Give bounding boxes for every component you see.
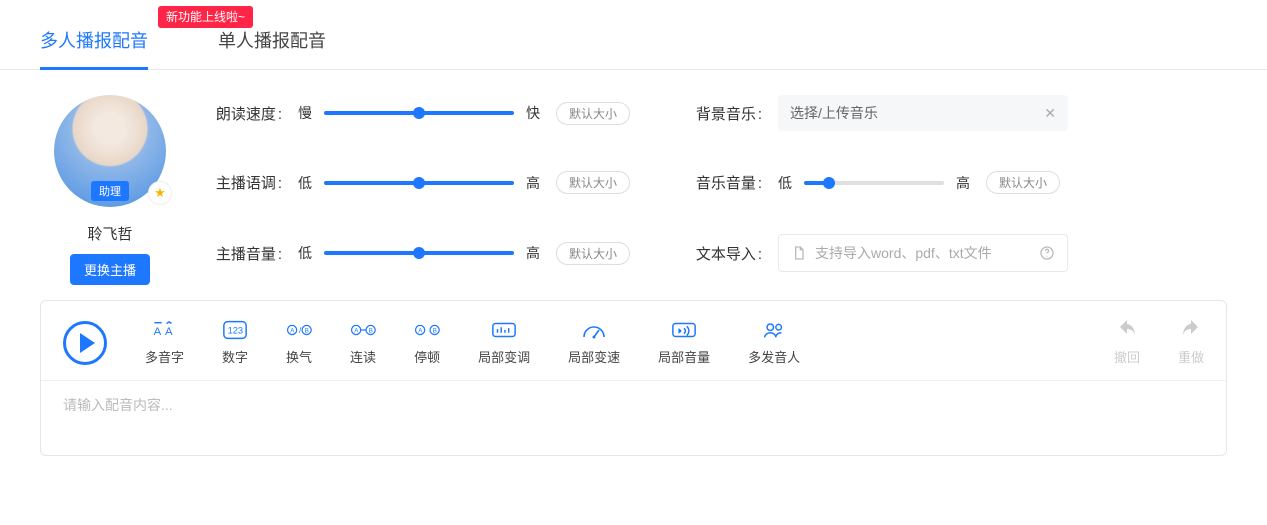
import-hint: 支持导入word、pdf、txt文件 [815,243,992,263]
import-label: 文本导入 [690,243,762,264]
reading-speed-slider[interactable] [324,111,514,115]
local-volume-icon [671,319,697,341]
tool-polyphone[interactable]: A A 多音字 [145,319,184,366]
tool-liaison[interactable]: A B 连读 [350,319,376,366]
document-icon [791,245,807,261]
tool-local-pitch[interactable]: 局部变调 [478,319,530,366]
bgm-clear-icon[interactable]: ✕ [1044,105,1056,122]
bgvol-default-button[interactable]: 默认大小 [986,171,1060,194]
svg-text:B: B [433,327,437,334]
svg-text:A: A [153,326,161,338]
bgvol-label: 音乐音量 [690,172,762,193]
voice-profile: 助理 ★ 聆飞哲 更换主播 [40,95,180,300]
reading-speed-label: 朗读速度 [210,103,282,124]
volume-label: 主播音量 [210,243,282,264]
speed-max-label: 快 [526,103,540,123]
tone-max-label: 高 [526,173,540,193]
tab-single-voice[interactable]: 单人播报配音 [218,27,326,69]
svg-text:A: A [165,326,173,338]
speed-min-label: 慢 [298,103,312,123]
tool-breath[interactable]: A / B 换气 [286,319,312,366]
tool-redo-label: 重做 [1178,347,1204,366]
tool-local-speed[interactable]: 局部变速 [568,319,620,366]
liaison-icon: A B [350,319,376,341]
local-pitch-icon [491,319,517,341]
bgm-label: 背景音乐 [690,103,762,124]
number-icon: 123 [222,319,248,341]
tool-local-speed-label: 局部变速 [568,347,620,366]
tool-multivoice[interactable]: 多发音人 [748,319,800,366]
breath-icon: A / B [286,319,312,341]
tool-pause[interactable]: A B 停顿 [414,319,440,366]
tool-redo[interactable]: 重做 [1178,319,1204,366]
tool-local-pitch-label: 局部变调 [478,347,530,366]
tool-local-volume-label: 局部音量 [658,347,710,366]
tool-local-volume[interactable]: 局部音量 [658,319,710,366]
undo-icon [1114,319,1140,341]
svg-text:123: 123 [228,326,243,336]
tool-multivoice-label: 多发音人 [748,347,800,366]
local-speed-icon [581,319,607,341]
change-voice-button[interactable]: 更换主播 [70,254,150,285]
tone-min-label: 低 [298,173,312,193]
tool-pause-label: 停顿 [414,347,440,366]
volume-slider[interactable] [324,251,514,255]
tone-label: 主播语调 [210,172,282,193]
bgvol-slider[interactable] [804,181,944,185]
bgvol-max-label: 高 [956,173,970,193]
editor-toolbar: A A 多音字 123 数字 A / B [41,301,1226,380]
svg-text:B: B [305,327,309,334]
avatar-role-tag: 助理 [91,181,129,201]
speed-default-button[interactable]: 默认大小 [556,102,630,125]
volume-min-label: 低 [298,243,312,263]
redo-icon [1178,319,1204,341]
volume-default-button[interactable]: 默认大小 [556,242,630,265]
editor-textarea[interactable]: 请输入配音内容... [41,380,1226,455]
play-button[interactable] [63,321,107,365]
new-feature-badge: 新功能上线啦~ [158,6,253,28]
tool-number[interactable]: 123 数字 [222,319,248,366]
play-icon [80,333,95,353]
bgm-placeholder: 选择/上传音乐 [790,103,878,123]
tool-undo[interactable]: 撤回 [1114,319,1140,366]
tone-default-button[interactable]: 默认大小 [556,171,630,194]
voice-name: 聆飞哲 [87,223,132,244]
favorite-star-icon[interactable]: ★ [148,181,172,205]
tool-liaison-label: 连读 [350,347,376,366]
help-icon[interactable] [1039,245,1055,261]
volume-max-label: 高 [526,243,540,263]
tone-slider[interactable] [324,181,514,185]
bgvol-min-label: 低 [778,173,792,193]
bgm-select[interactable]: 选择/上传音乐 ✕ [778,95,1068,131]
tool-number-label: 数字 [222,347,248,366]
svg-text:B: B [369,327,373,334]
tool-polyphone-label: 多音字 [145,347,184,366]
tool-breath-label: 换气 [286,347,312,366]
tab-multi-voice[interactable]: 多人播报配音 [40,27,148,69]
import-box[interactable]: 支持导入word、pdf、txt文件 [778,234,1068,272]
pause-icon: A B [414,319,440,341]
polyphone-icon: A A [152,319,178,341]
multivoice-icon [761,319,787,341]
tool-undo-label: 撤回 [1114,347,1140,366]
